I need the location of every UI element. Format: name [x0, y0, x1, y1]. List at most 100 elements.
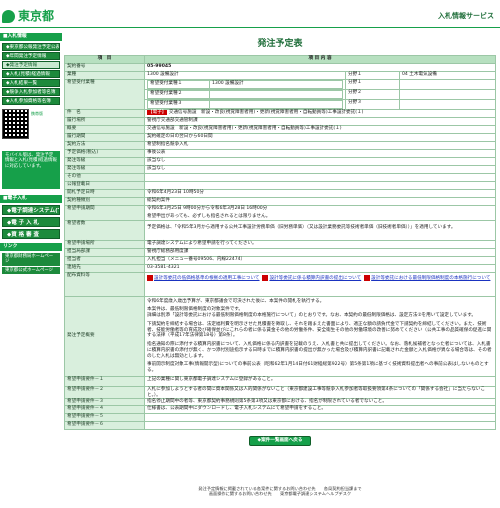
logo-text: 東京都 — [18, 9, 55, 23]
row-label: 履行期間 — [64, 133, 145, 143]
row-label: 開札予定日時 — [64, 189, 145, 199]
back-to-list-button[interactable]: ◆案件一覧画面へ戻る — [249, 436, 311, 446]
project-name-cell: 【電子】 交通信号施設 新設・改良(視覚障害者用)・更新(視覚障害者用・自転動員… — [144, 109, 496, 119]
desired-subtable: 希望受付業種１ 1300 設備設計 — [147, 80, 343, 90]
row-label: 希望申請要件－２ — [64, 385, 145, 400]
sidebar-item-bidder-list[interactable]: ◆競争入札参加者等名簿 — [2, 87, 60, 96]
apply-period-cell: 令和6年3月25日 9時00分から令和6年3月28日 16時00分 希望申出があ… — [144, 205, 496, 221]
link-finance-bureau[interactable]: 東京都財務局ホームページ — [2, 252, 60, 266]
doc-link[interactable]: 設計等委託に係る積算内訳書の提出について — [262, 274, 361, 281]
sidebar-e-bidding[interactable]: ◆電 子 入 札 — [2, 216, 60, 227]
apply-period: 令和6年3月25日 9時00分から令和6年3月28日 16時00分 — [147, 206, 268, 212]
conditions-cell: 令和6年度歳入歳出予算が、東京都議会で可決された後に、本案件の開札を執行する。 … — [144, 295, 496, 377]
place: 警視庁交通部交通管制課 — [144, 117, 496, 127]
cond-para: 事前開示制度対象工事(情報開示型)についての事前公表（昭和62年1月14日付61… — [147, 362, 489, 374]
sidebar-head-bid-info: ■入札情報 — [0, 33, 62, 41]
split-value — [398, 89, 497, 101]
sidebar-item-annual-plan[interactable]: ◆年間発注予定情報 — [2, 51, 60, 60]
doc-link[interactable]: 設計等委託における最低制限価格制度の本格施行について — [364, 274, 490, 281]
desired-value: 1300 設備設計 — [209, 80, 343, 90]
row-label: 連絡先 — [64, 263, 145, 273]
sidebar-item-bid-progress[interactable]: ◆入札(見積)経過情報 — [2, 69, 60, 78]
contract-number: 05-99045 — [144, 63, 496, 73]
cond-intro: 令和6年度歳入歳出予算が、東京都議会で可決された後に、本案件の開札を執行する。 — [147, 298, 325, 304]
site-header: 東京都 入札情報サービス — [0, 0, 500, 28]
row-label: 予定価格(税込) — [64, 149, 145, 159]
tokyo-logo[interactable]: 東京都 — [2, 9, 54, 24]
electronic-tag: 【電子】 — [147, 110, 168, 116]
pdf-icon — [262, 274, 269, 281]
desired-value — [209, 100, 343, 110]
project-name: 交通信号施設 新設・改良(視覚障害者用)・更新(視覚障害者用・自転動員等)工事設… — [168, 110, 364, 116]
estimated-price: 事後公表 — [144, 149, 496, 159]
category-extra: 04 土木電気設備 — [398, 71, 497, 81]
header-item: 項 目 — [64, 55, 145, 65]
mobile-qr-area: 携帯版 — [2, 108, 60, 147]
header-content: 項 目 内 容 — [144, 55, 496, 65]
person: 入札担当（メニュー番号09506、内線22474） — [144, 255, 496, 265]
summary: 交通信号施設 新設・改良(視覚障害者用)・更新(視覚障害者用・自転動員等)工事設… — [144, 125, 496, 135]
split-value — [398, 79, 497, 91]
requirement — [144, 421, 496, 430]
main-content: 発注予定表 項 目 項 目 内 容 契約番号 05-99045 業種 1300 … — [64, 33, 497, 446]
row-label: 担当者 — [64, 255, 145, 265]
desired-label: 希望受付業種２ — [147, 90, 210, 100]
row-label: 担当局部課 — [64, 247, 145, 257]
category-code: 1300 設備設計 — [144, 71, 346, 81]
sidebar-item-order-plan[interactable]: ◆発注予定情報 — [2, 60, 60, 69]
category-extra-label: 分野１ — [344, 71, 400, 81]
desired-cell: 希望受付業種１ 1300 設備設計 — [144, 79, 346, 91]
row-label: 希望申請要件－３ — [64, 398, 145, 406]
office: 警視庁総務部用度課 — [144, 247, 496, 257]
footer: 発注予定情報に掲載されている各案件に関するお問い合わせ先 各局契約担当課まで 画… — [64, 486, 496, 497]
sidebar-item-bid-results[interactable]: ◆入札結果一覧 — [2, 78, 60, 87]
split-value — [398, 99, 497, 111]
desired-cell: 希望受付業種２ — [144, 89, 346, 101]
service-title: 入札情報サービス — [438, 12, 494, 20]
row-label: 希望申請期間 — [64, 205, 145, 221]
order-grade: 該当なし — [144, 157, 496, 167]
sidebar-qualification[interactable]: ◆資 格 審 査 — [2, 228, 60, 239]
row-label: 希望申請要件－６ — [64, 421, 145, 430]
cond-para: 指名通知の際に添付する積算内訳書について、入札価格に係る内訳書を記載のうえ、入札… — [147, 342, 492, 359]
page-title: 発注予定表 — [257, 39, 303, 49]
period: 契約確定の日の翌日から60日間 — [144, 133, 496, 143]
desired-subtable: 希望受付業種３ — [147, 100, 343, 110]
sidebar-head-e-bid: ■電子入札 — [0, 194, 62, 203]
desired-value — [209, 90, 343, 100]
sidebar-head-links: リンク — [0, 242, 62, 251]
row-label: 発注等級 — [64, 165, 145, 175]
row-label: 希望申請場所 — [64, 239, 145, 249]
sidebar-item-gazette[interactable]: ◆東京都公報発注予定公表 — [2, 42, 60, 51]
apply-note: 希望申出があっても、必ずしも指名されるとは限りません。 — [147, 213, 271, 219]
row-label: 発注予定概要 — [64, 295, 145, 377]
contract-method: 希望制指名競争入札 — [144, 141, 496, 151]
sidebar-item-qualified-list[interactable]: ◆入札参加資格等名簿 — [2, 96, 60, 105]
opening-datetime: 令和6年4月23日 10時50分 — [144, 189, 496, 199]
price-note: 予定価格は、「令和5年3月から適用する公共工事設計労務単価（旧労務単価）（又は設… — [144, 219, 496, 241]
requirement: 入札に参加しようとする者の間に資本関係又は人的関係がないこと（東京都建設工事等競… — [144, 385, 496, 400]
footer-line: 画面操作に関するお問い合わせ先 東京都電子調達システムヘルプデスク — [208, 491, 352, 497]
cond-para: 下請契約を締結する場合は、法定福利費を明示させた見積書を徴取し、それを踏まえた書… — [147, 321, 492, 339]
row-label: 希望受付業種 — [64, 79, 145, 111]
row-label: 希望申請要件－５ — [64, 413, 145, 422]
qr-label: 携帯版 — [31, 110, 43, 116]
contract-type: 総契約案件 — [144, 197, 496, 207]
sidebar-e-procurement-top[interactable]: ◆電子調達システム(TOP) — [2, 204, 60, 215]
split-label: 分野２ — [344, 89, 400, 101]
split-label: 分野３ — [344, 99, 400, 111]
docs-cell: 設計等委託の低価格基準の根拠の適用工事について 設計等委託に係る積算内訳書の提出… — [144, 271, 496, 297]
apply-method: 電子調達システムにより希望申請を行ってください。 — [144, 239, 496, 249]
qr-code-icon — [2, 108, 29, 139]
row-label: 契約種類別 — [64, 197, 145, 207]
link-tokyo-official[interactable]: 東京都公式ホームページ — [2, 266, 60, 275]
other — [144, 173, 496, 183]
tokyo-mark-icon — [2, 10, 15, 23]
pdf-icon — [364, 274, 371, 281]
requirement — [144, 413, 496, 422]
row-label: 公報登載日 — [64, 181, 145, 191]
doc-link[interactable]: 設計等委託の低価格基準の根拠の適用工事について — [147, 274, 260, 281]
row-label: その他 — [64, 173, 145, 183]
cond-para: 詳細は別添「設計等委託における最低制限価格制度の本格施行について」のとおりです。… — [147, 313, 476, 319]
row-label: 希望申請要件－４ — [64, 405, 145, 414]
